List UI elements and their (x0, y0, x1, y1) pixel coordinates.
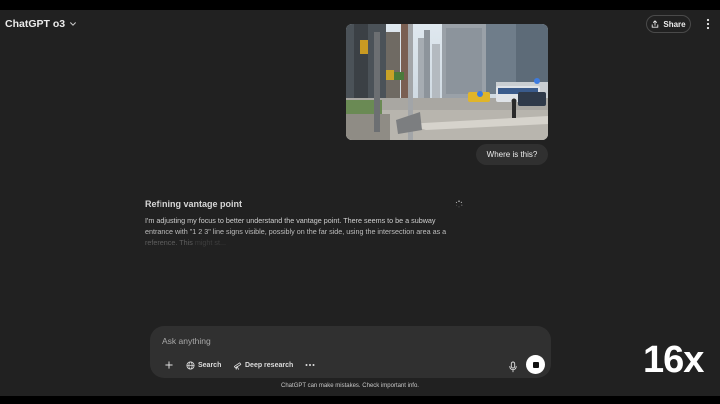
telescope-icon (233, 361, 242, 370)
street-photo-illustration (346, 24, 548, 140)
deep-research-label: Deep research (245, 361, 294, 369)
search-button[interactable]: Search (186, 358, 221, 372)
thinking-status-title[interactable]: Refining vantage point (145, 199, 242, 209)
stop-icon (532, 361, 539, 368)
playback-speed-overlay: 16x (643, 339, 704, 381)
microphone-icon (509, 361, 517, 373)
thinking-line: I'm adjusting my focus to better underst… (145, 216, 436, 225)
thinking-text: I'm adjusting my focus to better underst… (145, 215, 457, 248)
user-message-bubble: Where is this? (476, 144, 548, 165)
thinking-title-part: Ref (145, 199, 160, 209)
add-attachment-button[interactable] (163, 358, 175, 372)
globe-icon (186, 360, 195, 370)
more-options-button[interactable] (700, 16, 716, 32)
message-composer: Search Deep research (150, 326, 551, 378)
message-input[interactable] (162, 334, 532, 348)
plus-icon (165, 361, 173, 369)
disclaimer-text: ChatGPT can make mistakes. Check importa… (281, 383, 419, 389)
loading-spinner-icon (455, 200, 463, 208)
search-label: Search (198, 361, 222, 369)
stop-generating-button[interactable] (526, 355, 545, 374)
thinking-line-part: reference. This (145, 238, 193, 247)
share-button[interactable]: Share (646, 15, 691, 33)
deep-research-button[interactable]: Deep research (233, 358, 293, 372)
share-icon (652, 20, 659, 28)
ellipsis-icon (305, 364, 315, 366)
user-message-text: Where is this? (486, 150, 538, 159)
model-selector[interactable]: ChatGPT o3 (5, 18, 77, 30)
thinking-title-part: ning vantage point (162, 199, 243, 209)
kebab-menu-icon (706, 18, 710, 30)
thinking-line: reference. This might st... (145, 237, 457, 248)
voice-input-button[interactable] (508, 360, 518, 373)
letterbox-top (0, 0, 720, 10)
letterbox-bottom (0, 396, 720, 404)
share-label: Share (663, 19, 686, 29)
thinking-line: entrance with "1 2 3" line signs visible… (145, 227, 447, 236)
thinking-line-part: might st... (194, 238, 226, 247)
uploaded-street-photo[interactable] (346, 24, 548, 140)
chevron-down-icon (70, 22, 77, 26)
more-tools-button[interactable] (304, 358, 316, 372)
model-label: ChatGPT o3 (5, 18, 66, 30)
